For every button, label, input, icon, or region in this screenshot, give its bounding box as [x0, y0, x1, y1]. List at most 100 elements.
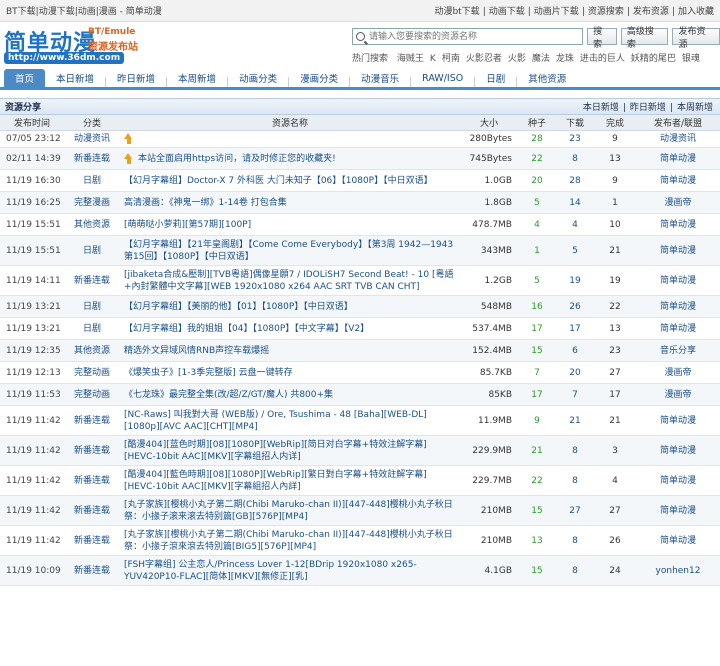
resource-title-text[interactable]: [酷漫404][藍色時期][08][1080P][WebRip][繁日對白字幕+…: [124, 470, 427, 492]
resource-title[interactable]: [NC-Raws] 叫我對大哥 (WEB版) / Ore, Tsushima -…: [120, 405, 460, 436]
resource-title-text[interactable]: [NC-Raws] 叫我對大哥 (WEB版) / Ore, Tsushima -…: [124, 410, 427, 432]
category-link[interactable]: 动漫资讯: [64, 130, 120, 148]
resource-title-text[interactable]: 【幻月字幕组】Doctor-X 7 外科医 大门未知子【06】【1080P】【中…: [124, 176, 433, 186]
publisher-link[interactable]: 漫画帝: [636, 191, 720, 214]
resource-title[interactable]: [酷漫404][蓝色时期][08][1080P][WebRip][简日对白字幕+…: [120, 435, 460, 466]
resource-title-text[interactable]: [jibaketa合成&壓制][TVB粵語]偶像星願7 / IDOLiSH7 S…: [124, 270, 453, 292]
resource-title[interactable]: [丸子家族][樱桃小丸子第二期(Chibi Maruko-chan II)][4…: [120, 495, 460, 526]
resource-title[interactable]: [FSH字幕组] 公主恋人/Princess Lover 1-12[BDrip …: [120, 555, 460, 586]
resource-title-text[interactable]: [FSH字幕组] 公主恋人/Princess Lover 1-12[BDrip …: [124, 560, 417, 582]
publisher-link[interactable]: 音乐分享: [636, 339, 720, 362]
publisher-link[interactable]: 简单动漫: [636, 169, 720, 192]
resource-title-text[interactable]: 《七龙珠》最完整全集(改/超/Z/GT/魔人) 共800+集: [124, 390, 333, 400]
publisher-link[interactable]: 简单动漫: [636, 265, 720, 296]
resource-title[interactable]: 【幻月字幕组】我的姐姐【04】【1080P】【中文字幕】【V2】: [120, 317, 460, 340]
nav-tab[interactable]: 昨日新增: [106, 69, 166, 87]
resource-title-text[interactable]: [萌萌哒小萝莉][第57期][100P]: [124, 220, 251, 230]
resource-title-text[interactable]: 高清漫画：《神鬼一绑》1-14卷 打包合集: [124, 198, 287, 208]
publisher-link[interactable]: 简单动漫: [636, 235, 720, 266]
publisher-link[interactable]: yonhen12: [636, 555, 720, 586]
hot-keyword[interactable]: 进击的巨人: [580, 54, 625, 64]
category-link[interactable]: 日剧: [64, 235, 120, 266]
resource-title[interactable]: 【幻月字幕组】【21年皇阁剧】【Come Come Everybody】【第3周…: [120, 235, 460, 266]
publisher-link[interactable]: 简单动漫: [636, 213, 720, 236]
resource-title[interactable]: 【幻月字幕组】【美丽的他】【01】【1080P】【中日双语】: [120, 295, 460, 318]
hot-keyword[interactable]: 柯南: [442, 54, 460, 64]
category-link[interactable]: 新番连载: [64, 555, 120, 586]
publisher-link[interactable]: 简单动漫: [636, 525, 720, 556]
category-link[interactable]: 新番连载: [64, 495, 120, 526]
section-link[interactable]: 本周新增: [677, 103, 713, 113]
nav-tab[interactable]: 日剧: [475, 69, 516, 87]
resource-title[interactable]: [酷漫404][藍色時期][08][1080P][WebRip][繁日對白字幕+…: [120, 465, 460, 496]
hot-keyword[interactable]: 银魂: [682, 54, 700, 64]
hot-keyword[interactable]: 火影忍者: [466, 54, 502, 64]
section-link[interactable]: 本日新增: [583, 103, 619, 113]
category-link[interactable]: 其他资源: [64, 339, 120, 362]
publisher-link[interactable]: 简单动漫: [636, 495, 720, 526]
category-link[interactable]: 新番连载: [64, 265, 120, 296]
nav-tab[interactable]: 其他资源: [517, 69, 577, 87]
publisher-link[interactable]: 漫画帝: [636, 383, 720, 406]
top-link[interactable]: 动画片下载: [534, 7, 579, 17]
nav-tab[interactable]: 本周新增: [167, 69, 227, 87]
top-link[interactable]: 动画下载: [489, 7, 525, 17]
hot-keyword[interactable]: 火影: [508, 54, 526, 64]
nav-tab[interactable]: 动漫音乐: [350, 69, 410, 87]
nav-tab[interactable]: 动画分类: [228, 69, 288, 87]
publisher-link[interactable]: 简单动漫: [636, 405, 720, 436]
resource-title-text[interactable]: 【幻月字幕组】【21年皇阁剧】【Come Come Everybody】【第3周…: [124, 240, 453, 262]
publisher-link[interactable]: 简单动漫: [636, 147, 720, 170]
category-link[interactable]: 新番连载: [64, 435, 120, 466]
category-link[interactable]: 完整漫画: [64, 191, 120, 214]
hot-keyword[interactable]: 龙珠: [556, 54, 574, 64]
nav-tab[interactable]: 首页: [4, 69, 46, 87]
section-link[interactable]: 昨日新增: [630, 103, 666, 113]
publisher-link[interactable]: 简单动漫: [636, 295, 720, 318]
resource-title[interactable]: [120, 130, 460, 148]
resource-title[interactable]: [jibaketa合成&壓制][TVB粵語]偶像星願7 / IDOLiSH7 S…: [120, 265, 460, 296]
resource-title-text[interactable]: [酷漫404][蓝色时期][08][1080P][WebRip][简日对白字幕+…: [124, 440, 427, 462]
resource-title[interactable]: 高清漫画：《神鬼一绑》1-14卷 打包合集: [120, 191, 460, 214]
resource-title-text[interactable]: 本站全面启用https访问，请及时修正您的收藏夹!: [138, 154, 336, 164]
category-link[interactable]: 其他资源: [64, 213, 120, 236]
top-link[interactable]: 加入收藏: [678, 7, 714, 17]
top-link[interactable]: 资源搜索: [588, 7, 624, 17]
advanced-search-button[interactable]: 高级搜索: [620, 27, 669, 50]
hot-keyword[interactable]: 魔法: [532, 54, 550, 64]
resource-title-text[interactable]: 【幻月字幕组】【美丽的他】【01】【1080P】【中日双语】: [124, 302, 353, 312]
resource-title[interactable]: 《爆笑虫子》[1-3季完整版] 云盘一键转存: [120, 361, 460, 384]
publisher-link[interactable]: 漫画帝: [636, 361, 720, 384]
category-link[interactable]: 新番连载: [64, 405, 120, 436]
resource-title[interactable]: [丸子家族][櫻桃小丸子第二期(Chibi Maruko-chan II)][4…: [120, 525, 460, 556]
category-link[interactable]: 日剧: [64, 295, 120, 318]
category-link[interactable]: 日剧: [64, 317, 120, 340]
hot-keyword[interactable]: 妖精的尾巴: [631, 54, 676, 64]
hot-keyword[interactable]: 海贼王: [397, 54, 424, 64]
nav-tab[interactable]: 本日新增: [45, 69, 105, 87]
search-button[interactable]: 搜索: [587, 27, 617, 50]
resource-title-text[interactable]: 《爆笑虫子》[1-3季完整版] 云盘一键转存: [124, 368, 293, 378]
resource-title-text[interactable]: [丸子家族][樱桃小丸子第二期(Chibi Maruko-chan II)][4…: [124, 500, 453, 522]
top-link[interactable]: 动漫bt下载: [434, 7, 479, 17]
publish-button[interactable]: 发布资源: [672, 27, 720, 50]
publisher-link[interactable]: 简单动漫: [636, 317, 720, 340]
hot-keyword[interactable]: K: [430, 54, 436, 64]
category-link[interactable]: 新番连载: [64, 525, 120, 556]
category-link[interactable]: 完整动画: [64, 383, 120, 406]
publisher-link[interactable]: 简单动漫: [636, 465, 720, 496]
top-link[interactable]: 发布资源: [633, 7, 669, 17]
search-input[interactable]: [352, 28, 584, 45]
resource-title-text[interactable]: [丸子家族][櫻桃小丸子第二期(Chibi Maruko-chan II)][4…: [124, 530, 453, 552]
resource-title[interactable]: 《七龙珠》最完整全集(改/超/Z/GT/魔人) 共800+集: [120, 383, 460, 406]
category-link[interactable]: 完整动画: [64, 361, 120, 384]
resource-title[interactable]: 本站全面启用https访问，请及时修正您的收藏夹!: [120, 147, 460, 170]
category-link[interactable]: 日剧: [64, 169, 120, 192]
publisher-link[interactable]: 简单动漫: [636, 435, 720, 466]
resource-title[interactable]: 精选外文异域风情RNB声控车载爆摇: [120, 339, 460, 362]
resource-title-text[interactable]: 【幻月字幕组】我的姐姐【04】【1080P】【中文字幕】【V2】: [124, 324, 369, 334]
nav-tab[interactable]: RAW/ISO: [411, 69, 474, 87]
publisher-link[interactable]: 动漫资讯: [636, 130, 720, 148]
resource-title[interactable]: 【幻月字幕组】Doctor-X 7 外科医 大门未知子【06】【1080P】【中…: [120, 169, 460, 192]
nav-tab[interactable]: 漫画分类: [289, 69, 349, 87]
